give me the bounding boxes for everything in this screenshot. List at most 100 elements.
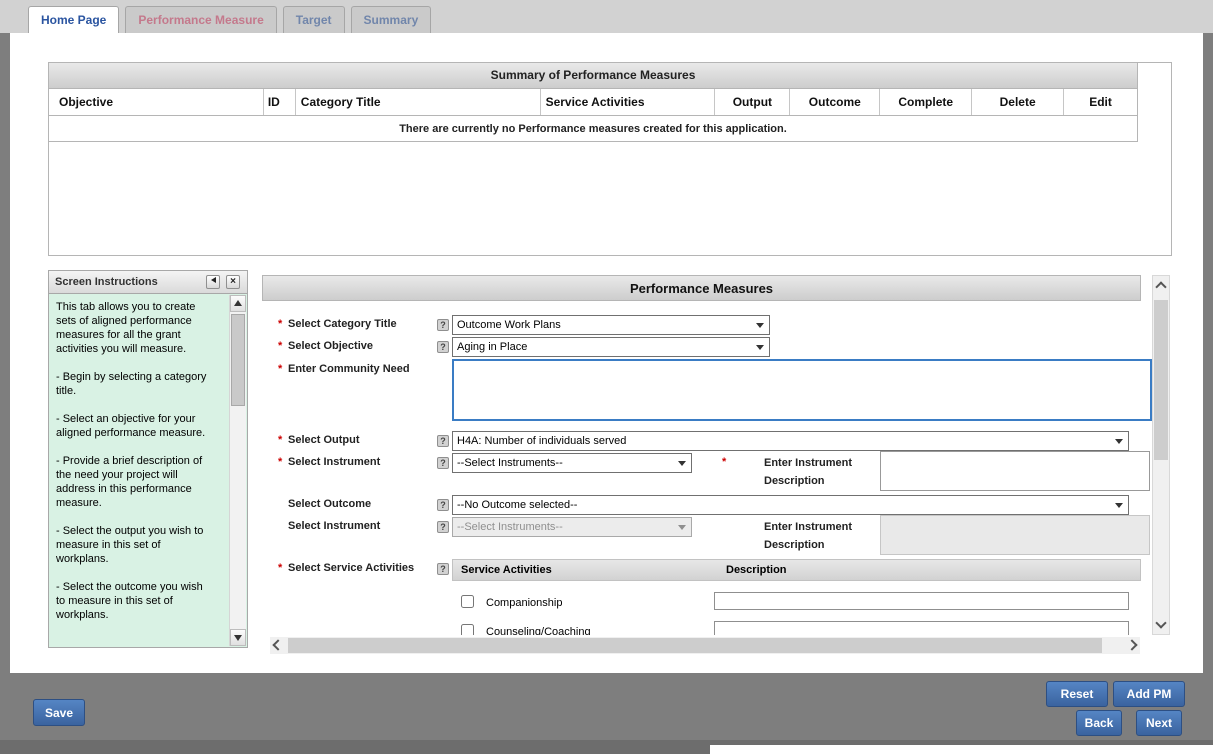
dropdown-arrow-icon [678,525,686,530]
application-window: Home Page Performance Measure Target Sum… [0,0,1213,754]
save-button[interactable]: Save [33,699,85,726]
community-need-label: Enter Community Need [288,363,410,375]
column-header-id: ID [264,89,296,115]
output-label: Select Output [288,434,360,446]
collapse-panel-button[interactable] [206,275,220,289]
scroll-up-icon[interactable] [1155,281,1166,292]
scroll-up-button[interactable] [230,295,246,312]
scrollbar-thumb[interactable] [231,314,245,406]
service-activities-label: Select Service Activities [288,562,414,574]
outcome-select[interactable]: --No Outcome selected-- [452,495,1129,515]
selected-value: Aging in Place [457,341,527,353]
output-select[interactable]: H4A: Number of individuals served [452,431,1129,451]
required-asterisk: * [722,456,726,468]
instrument-outcome-description-textarea-disabled [880,515,1150,555]
scroll-up-icon [234,300,242,306]
screen-instructions-header: Screen Instructions × [49,271,247,294]
help-icon[interactable]: ? [437,457,449,469]
dropdown-arrow-icon [756,323,764,328]
instruction-paragraph: - Provide a brief description of the nee… [56,454,214,510]
dropdown-arrow-icon [756,345,764,350]
tab-label: Performance Measure [138,13,263,27]
required-asterisk: * [278,434,282,446]
tab-list: Home Page Performance Measure Target Sum… [28,6,431,33]
instrument-output-select[interactable]: --Select Instruments-- [452,453,692,473]
add-pm-button[interactable]: Add PM [1113,681,1185,707]
summary-table-title: Summary of Performance Measures [49,63,1138,89]
column-header-delete: Delete [972,89,1064,115]
back-button[interactable]: Back [1076,710,1122,736]
tab-label: Home Page [41,13,106,27]
service-activities-column-header: Service Activities [461,560,552,581]
instruction-paragraph: - Select the outcome you wish to measure… [56,580,214,622]
form-vertical-scrollbar [1152,275,1170,635]
required-asterisk: * [278,340,282,352]
tab-performance-measure[interactable]: Performance Measure [125,6,276,33]
instruction-paragraph: - Select the output you wish to measure … [56,524,214,566]
companionship-label: Companionship [486,597,562,609]
instruction-paragraph: - Begin by selecting a category title. [56,370,214,398]
help-icon[interactable]: ? [437,499,449,511]
help-icon[interactable]: ? [437,319,449,331]
required-asterisk: * [278,318,282,330]
selected-value: --Select Instruments-- [457,457,563,469]
instrument-outcome-select-disabled: --Select Instruments-- [452,517,692,537]
summary-table-header-row: Objective ID Category Title Service Acti… [49,89,1138,116]
screen-instructions-panel: Screen Instructions × This tab allows yo… [48,270,248,648]
collapse-arrow-icon [211,277,216,283]
performance-measures-form: * Select Category Title ? Outcome Work P… [262,301,1152,635]
instructions-text: This tab allows you to create sets of al… [56,300,214,636]
scrollbar-thumb[interactable] [1154,300,1168,460]
performance-measures-title: Performance Measures [262,275,1141,301]
category-title-select[interactable]: Outcome Work Plans [452,315,770,335]
required-asterisk: * [278,456,282,468]
required-asterisk: * [278,363,282,375]
empty-table-message: There are currently no Performance measu… [49,116,1138,142]
counseling-coaching-checkbox[interactable] [461,624,474,635]
instrument-description-label: Enter Instrument Description [764,518,872,554]
bottom-white-strip [710,745,1213,754]
selected-value: Outcome Work Plans [457,319,561,331]
help-icon[interactable]: ? [437,341,449,353]
objective-select[interactable]: Aging in Place [452,337,770,357]
screen-instructions-title: Screen Instructions [55,271,158,293]
dropdown-arrow-icon [1115,439,1123,444]
reset-button[interactable]: Reset [1046,681,1108,707]
help-icon[interactable]: ? [437,521,449,533]
instrument-outcome-label: Select Instrument [288,520,380,532]
companionship-checkbox[interactable] [461,595,474,608]
tab-label: Target [296,13,332,27]
column-header-complete: Complete [880,89,972,115]
scroll-down-button[interactable] [230,629,246,646]
selected-value: --Select Instruments-- [457,521,563,533]
column-header-objective: Objective [49,89,264,115]
summary-table: Summary of Performance Measures Objectiv… [48,62,1172,256]
help-icon[interactable]: ? [437,563,449,575]
companionship-description-input[interactable] [714,592,1129,610]
community-need-textarea[interactable] [452,359,1152,421]
scrollbar-thumb[interactable] [288,638,1102,653]
tab-target[interactable]: Target [283,6,345,33]
instrument-output-label: Select Instrument [288,456,380,468]
column-header-edit: Edit [1064,89,1137,115]
service-activities-header-row: Service Activities Description [452,559,1141,581]
next-button[interactable]: Next [1136,710,1182,736]
scroll-right-icon[interactable] [1126,639,1137,650]
screen-instructions-body: This tab allows you to create sets of al… [49,294,247,647]
selected-value: H4A: Number of individuals served [457,435,626,447]
instrument-output-description-textarea[interactable] [880,451,1150,491]
scroll-left-icon[interactable] [272,639,283,650]
help-icon[interactable]: ? [437,435,449,447]
column-header-service-activities: Service Activities [541,89,716,115]
performance-measures-panel: Performance Measures * Select Category T… [262,275,1170,657]
close-panel-button[interactable]: × [226,275,240,289]
required-asterisk: * [278,562,282,574]
scroll-down-icon[interactable] [1155,617,1166,628]
counseling-coaching-description-input[interactable] [714,621,1129,635]
service-activities-table: Service Activities Description Companion… [452,559,1141,635]
scroll-down-icon [234,635,242,641]
column-header-category-title: Category Title [296,89,541,115]
tab-summary[interactable]: Summary [351,6,432,33]
tab-home-page[interactable]: Home Page [28,6,119,33]
instruction-paragraph: - Select an objective for your aligned p… [56,412,214,440]
